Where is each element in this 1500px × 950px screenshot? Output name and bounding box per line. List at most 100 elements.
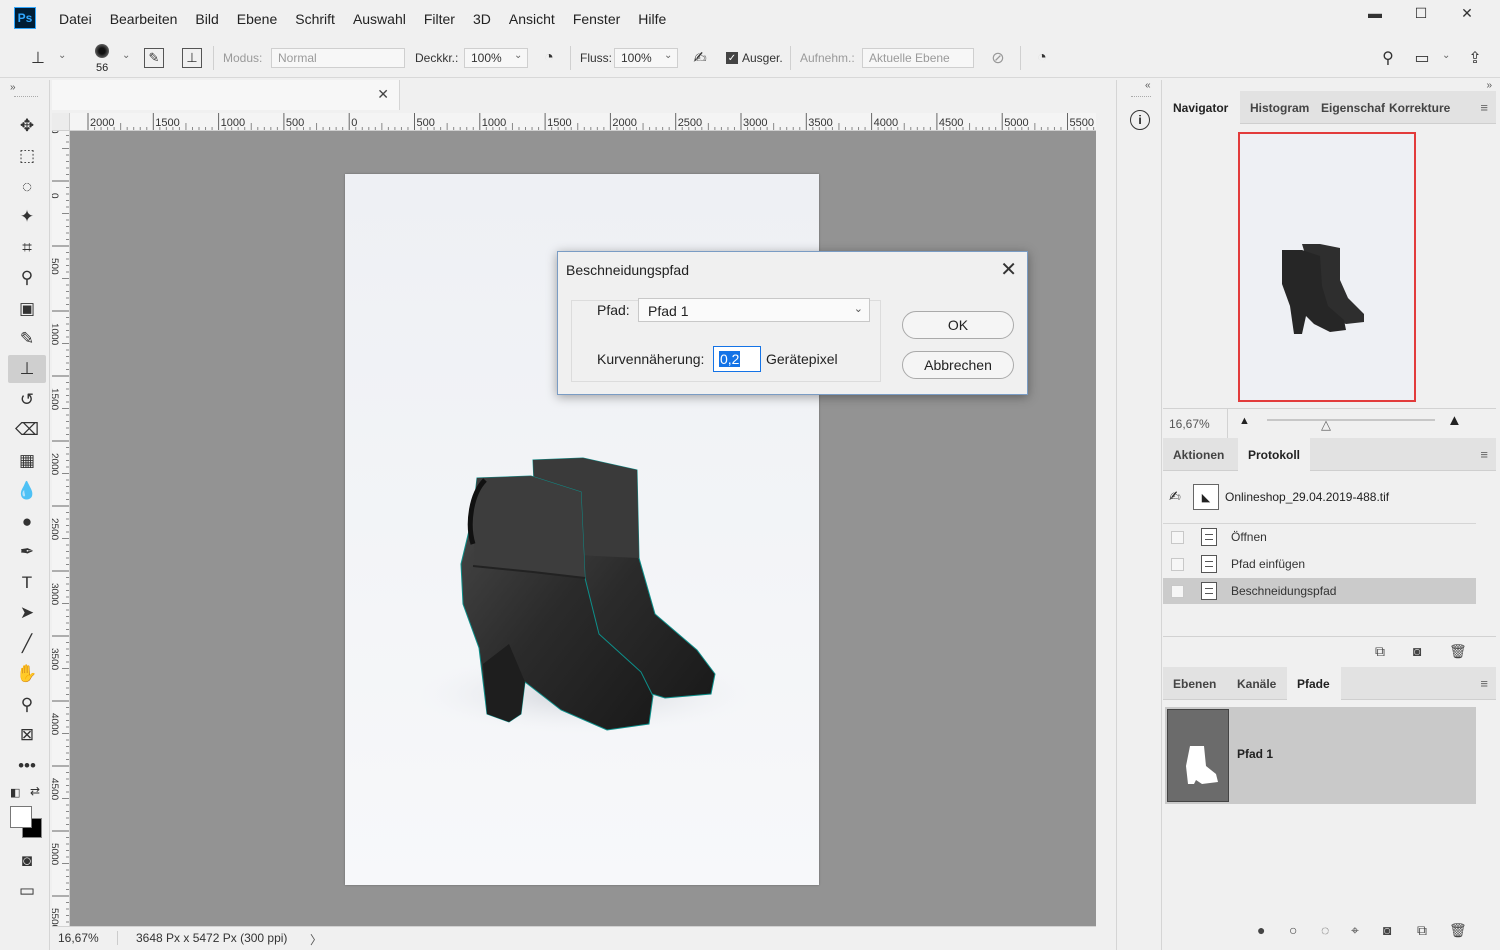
type-tool-icon[interactable]: T <box>8 569 46 597</box>
magic-wand-tool-icon[interactable]: ✦ <box>8 203 46 231</box>
chevron-down-icon[interactable]: ⌄ <box>58 50 66 61</box>
history-brush-tool-icon[interactable]: ↺ <box>8 386 46 414</box>
kurven-input[interactable]: 0,2 <box>713 346 761 372</box>
collapse-panels-icon[interactable]: « <box>1145 80 1151 91</box>
menu-auswahl[interactable]: Auswahl <box>344 11 415 27</box>
eraser-tool-icon[interactable]: ⌫ <box>8 416 46 444</box>
toolbar-grip[interactable] <box>14 96 38 98</box>
close-icon[interactable]: ✕ <box>1000 257 1017 282</box>
dodge-tool-icon[interactable]: ● <box>8 508 46 536</box>
history-snapshot[interactable]: ✍ ◣ Onlineshop_29.04.2019-488.tif <box>1163 472 1476 524</box>
brush-tool-icon[interactable]: ✎ <box>8 325 46 353</box>
ausger-checkbox[interactable]: ✓ <box>726 52 738 64</box>
document-tab[interactable]: ✕ <box>52 80 400 110</box>
clone-stamp-tool-icon[interactable]: ⊥ <box>8 355 46 383</box>
line-tool-icon[interactable]: ╱ <box>8 630 46 658</box>
close-icon[interactable]: ✕ <box>377 86 389 103</box>
ruler-origin[interactable] <box>52 113 70 131</box>
brush-tip-icon[interactable] <box>95 44 109 58</box>
make-work-path-icon[interactable]: ⌖ <box>1351 922 1359 939</box>
chevron-down-icon[interactable]: ⌄ <box>122 50 130 61</box>
marquee-tool-icon[interactable]: ⬚ <box>8 142 46 170</box>
history-item-selected[interactable]: Beschneidungspfad <box>1163 578 1476 604</box>
foreground-color-swatch[interactable] <box>10 806 32 828</box>
zoom-tool-icon[interactable]: ⚲ <box>8 691 46 719</box>
tab-aktionen[interactable]: Aktionen <box>1163 438 1236 471</box>
trash-icon[interactable]: 🗑 <box>1449 643 1467 660</box>
brush-settings-icon[interactable]: ✎ <box>144 48 164 68</box>
history-checkbox[interactable] <box>1171 558 1184 571</box>
menu-fenster[interactable]: Fenster <box>564 11 629 27</box>
menu-ebene[interactable]: Ebene <box>228 11 286 27</box>
menu-hilfe[interactable]: Hilfe <box>629 11 675 27</box>
navigator-zoom-value[interactable]: 16,67% <box>1169 417 1210 431</box>
zoom-in-icon[interactable]: ▲ <box>1447 412 1462 429</box>
trash-icon[interactable]: 🗑 <box>1449 922 1467 939</box>
menu-schrift[interactable]: Schrift <box>286 11 344 27</box>
tab-histogram[interactable]: Histogram <box>1240 91 1319 124</box>
navigator-view-box[interactable] <box>1238 132 1416 402</box>
menu-bild[interactable]: Bild <box>186 11 227 27</box>
new-document-from-state-icon[interactable]: ⧉ <box>1375 643 1385 660</box>
zoom-slider-thumb[interactable]: △ <box>1321 417 1331 433</box>
expand-panels-icon[interactable]: » <box>1486 80 1492 91</box>
chevron-down-icon[interactable]: ⌄ <box>664 50 672 61</box>
panel-menu-icon[interactable]: ≡ <box>1480 100 1488 115</box>
move-tool-icon[interactable]: ✥ <box>8 112 46 140</box>
path-row[interactable]: Pfad 1 <box>1165 707 1476 804</box>
patch-tool-icon[interactable]: ▣ <box>8 295 46 323</box>
tab-navigator[interactable]: Navigator <box>1163 91 1240 124</box>
status-menu-arrow[interactable]: 〉 <box>310 931 322 948</box>
screen-mode-icon[interactable]: ▭ <box>8 877 46 905</box>
search-icon[interactable]: ⚲ <box>1376 46 1400 70</box>
minimize-icon[interactable]: ▬ <box>1352 0 1398 26</box>
pen-tool-icon[interactable]: ✒ <box>8 538 46 566</box>
modus-select[interactable]: Normal <box>271 48 405 68</box>
history-item[interactable]: Öffnen <box>1163 524 1476 550</box>
workspace-icon[interactable]: ▭ <box>1410 46 1434 70</box>
menu-bearbeiten[interactable]: Bearbeiten <box>101 11 187 27</box>
ok-button[interactable]: OK <box>902 311 1014 339</box>
new-path-icon[interactable]: ⧉ <box>1417 922 1427 939</box>
path-name[interactable]: Pfad 1 <box>1237 747 1273 761</box>
menu-filter[interactable]: Filter <box>415 11 464 27</box>
share-icon[interactable]: ⇪ <box>1463 46 1487 70</box>
history-item[interactable]: Pfad einfügen <box>1163 551 1476 577</box>
panel-grip[interactable] <box>1131 96 1151 98</box>
tab-korrekturen[interactable]: Korrekture <box>1379 91 1460 124</box>
navigator-preview[interactable] <box>1163 124 1496 407</box>
menu-3d[interactable]: 3D <box>464 11 500 27</box>
fill-path-icon[interactable]: ● <box>1257 922 1265 938</box>
pressure-opacity-icon[interactable]: ◔ <box>537 46 561 70</box>
crop-tool-icon[interactable]: ⌗ <box>8 234 46 262</box>
eyedropper-tool-icon[interactable]: ⚲ <box>8 264 46 292</box>
zoom-level[interactable]: 16,67% <box>58 931 118 945</box>
pfad-select[interactable]: Pfad 1 ⌄ <box>638 298 870 322</box>
add-mask-icon[interactable]: ◙ <box>1383 922 1391 938</box>
lasso-tool-icon[interactable]: ◌ <box>8 173 46 201</box>
expand-toolbar-icon[interactable]: » <box>10 82 16 93</box>
default-colors-icon[interactable]: ◧ <box>10 786 20 799</box>
ignore-adjustment-icon[interactable]: ⊘ <box>986 46 1010 70</box>
zoom-out-icon[interactable]: ▲ <box>1239 415 1250 427</box>
history-brush-source-icon[interactable]: ✍ <box>1169 488 1181 505</box>
history-checkbox[interactable] <box>1171 531 1184 544</box>
clone-source-icon[interactable]: ⊥ <box>182 48 202 68</box>
panel-menu-icon[interactable]: ≡ <box>1480 447 1488 462</box>
aufnehm-select[interactable]: Aktuelle Ebene <box>862 48 974 68</box>
quick-mask-icon[interactable]: ◙ <box>8 847 46 875</box>
history-checkbox[interactable] <box>1171 585 1184 598</box>
tab-protokoll[interactable]: Protokoll <box>1238 438 1311 471</box>
chevron-down-icon[interactable]: ⌄ <box>1442 50 1450 61</box>
more-tools-icon[interactable]: ••• <box>8 752 46 780</box>
tab-ebenen[interactable]: Ebenen <box>1163 667 1225 700</box>
chevron-down-icon[interactable]: ⌄ <box>514 50 522 61</box>
camera-icon[interactable]: ◙ <box>1413 643 1421 659</box>
menu-datei[interactable]: Datei <box>50 11 101 27</box>
tab-kanaele[interactable]: Kanäle <box>1227 667 1286 700</box>
gradient-tool-icon[interactable]: ▦ <box>8 447 46 475</box>
tab-pfade[interactable]: Pfade <box>1287 667 1341 700</box>
load-selection-icon[interactable]: ◌ <box>1321 922 1329 938</box>
hand-tool-icon[interactable]: ✋ <box>8 660 46 688</box>
panel-menu-icon[interactable]: ≡ <box>1480 676 1488 691</box>
